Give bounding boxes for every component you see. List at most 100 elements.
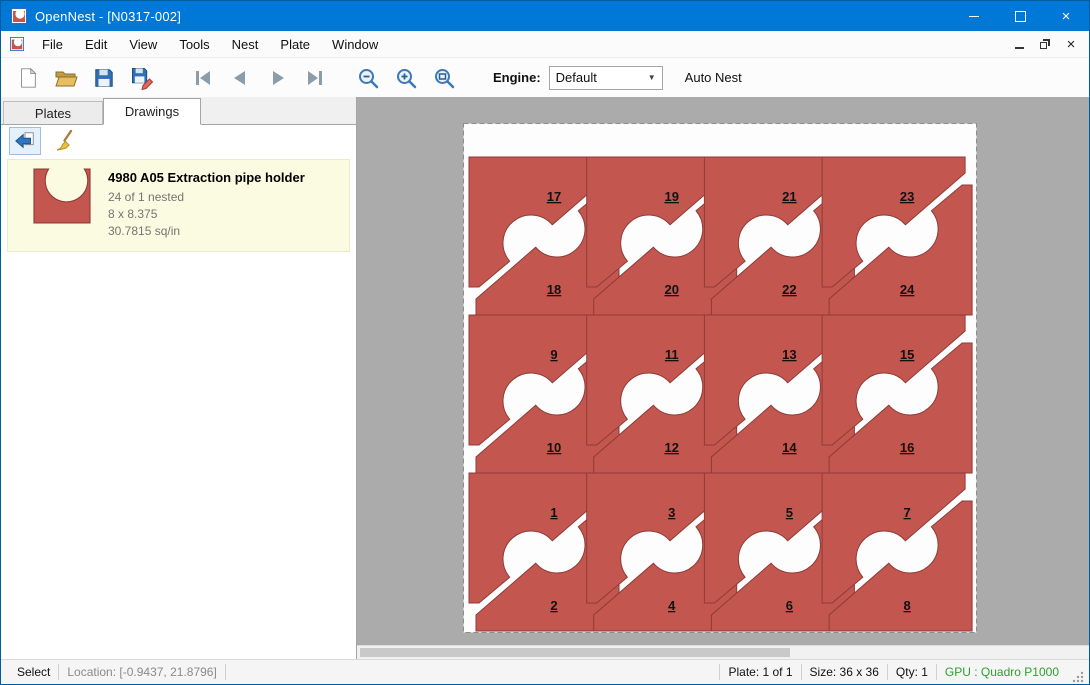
zoom-button-group [349,63,463,93]
drawing-area: 30.7815 sq/in [108,224,341,238]
mdi-close-button[interactable]: × [1063,36,1079,52]
send-to-nest-button[interactable] [9,127,41,155]
window-controls: × [951,1,1089,31]
horizontal-scrollbar[interactable] [357,645,1089,659]
resize-grip-icon [1071,670,1085,684]
titlebar: OpenNest - [N0317-002] × [1,1,1089,31]
nav-first-icon [190,66,214,90]
mdi-restore-icon [1040,39,1050,49]
status-size: Size: 36 x 36 [802,665,887,679]
close-icon: × [1062,9,1071,24]
mdi-minimize-button[interactable] [1011,36,1027,52]
drawings-panel: 4980 A05 Extraction pipe holder 24 of 1 … [1,125,356,659]
drawing-meta: 4980 A05 Extraction pipe holder 24 of 1 … [108,168,341,241]
menu-view[interactable]: View [118,31,168,57]
part-label-6: 6 [786,598,793,613]
part-label-5: 5 [786,505,793,520]
part-label-22: 22 [782,282,796,297]
zoom-fit-icon [432,66,456,90]
maximize-icon [1015,11,1026,22]
tab-drawings[interactable]: Drawings [103,98,201,125]
status-gpu: GPU : Quadro P1000 [937,665,1067,679]
minimize-button[interactable] [951,1,997,31]
chevron-down-icon: ▼ [648,73,656,82]
drawing-list-item[interactable]: 4980 A05 Extraction pipe holder 24 of 1 … [7,159,350,252]
close-button[interactable]: × [1043,1,1089,31]
open-button[interactable] [47,63,85,93]
part-label-2: 2 [550,598,557,613]
scrollbar-thumb[interactable] [360,648,790,657]
tab-plates[interactable]: Plates [3,101,103,124]
new-document-icon [17,66,39,90]
tabstrip: Plates Drawings [1,97,356,125]
save-edit-button[interactable] [123,63,161,93]
mdi-restore-button[interactable] [1037,36,1053,52]
part-label-15: 15 [900,347,914,362]
nav-next-icon [266,66,290,90]
engine-select[interactable]: Default ▼ [549,66,663,90]
part-label-23: 23 [900,189,914,204]
minimize-icon [969,16,979,17]
part-label-19: 19 [664,189,678,204]
part-label-1: 1 [550,505,557,520]
app-window: OpenNest - [N0317-002] × FileEditViewToo… [0,0,1090,685]
engine-selected-value: Default [556,70,597,85]
zoom-out-icon [356,66,380,90]
auto-nest-button[interactable]: Auto Nest [685,70,742,85]
mdi-window-controls: × [1011,36,1089,52]
open-folder-icon [54,66,78,90]
zoom-in-icon [394,66,418,90]
drawing-nested-count: 24 of 1 nested [108,190,341,204]
status-separator [225,664,226,680]
save-button[interactable] [85,63,123,93]
part-thumbnail-image [33,168,91,224]
part-label-9: 9 [550,347,557,362]
save-icon [93,66,115,90]
menu-items: FileEditViewToolsNestPlateWindow [31,31,389,57]
status-mode: Select [9,665,58,679]
part-label-4: 4 [668,598,676,613]
drawing-size: 8 x 8.375 [108,207,341,221]
resize-grip[interactable] [1071,670,1085,684]
new-document-button[interactable] [9,63,47,93]
part-label-21: 21 [782,189,796,204]
part-label-14: 14 [782,440,797,455]
part-label-18: 18 [547,282,561,297]
last-plate-button[interactable] [297,63,335,93]
menu-nest[interactable]: Nest [221,31,270,57]
nav-last-icon [304,66,328,90]
menu-edit[interactable]: Edit [74,31,118,57]
menubar: FileEditViewToolsNestPlateWindow × [1,31,1089,58]
next-plate-button[interactable] [259,63,297,93]
nav-prev-icon [228,66,252,90]
part-label-7: 7 [903,505,910,520]
broom-icon [53,129,77,153]
save-edit-icon [130,66,154,90]
part-label-3: 3 [668,505,675,520]
nest-canvas[interactable]: 171819202122232491011121314151612345678 [357,97,1089,659]
drawings-toolbar [1,125,356,157]
main-area: Plates Drawings [1,97,1089,659]
part-label-16: 16 [900,440,914,455]
zoom-in-button[interactable] [387,63,425,93]
zoom-out-button[interactable] [349,63,387,93]
part-label-20: 20 [664,282,678,297]
first-plate-button[interactable] [183,63,221,93]
maximize-button[interactable] [997,1,1043,31]
main-toolbar: Engine: Default ▼ Auto Nest [1,58,1089,97]
menu-window[interactable]: Window [321,31,389,57]
status-qty: Qty: 1 [888,665,936,679]
part-label-13: 13 [782,347,796,362]
plate-svg: 171819202122232491011121314151612345678 [463,123,977,633]
drawing-title: 4980 A05 Extraction pipe holder [108,170,341,185]
side-panel: Plates Drawings [1,97,357,659]
menu-file[interactable]: File [31,31,74,57]
part-label-24: 24 [900,282,915,297]
clear-drawings-button[interactable] [49,127,81,155]
zoom-fit-button[interactable] [425,63,463,93]
menu-tools[interactable]: Tools [168,31,220,57]
previous-plate-button[interactable] [221,63,259,93]
mdi-child-icon[interactable] [9,36,25,52]
status-location: Location: [-0.9437, 21.8796] [59,665,224,679]
menu-plate[interactable]: Plate [269,31,321,57]
